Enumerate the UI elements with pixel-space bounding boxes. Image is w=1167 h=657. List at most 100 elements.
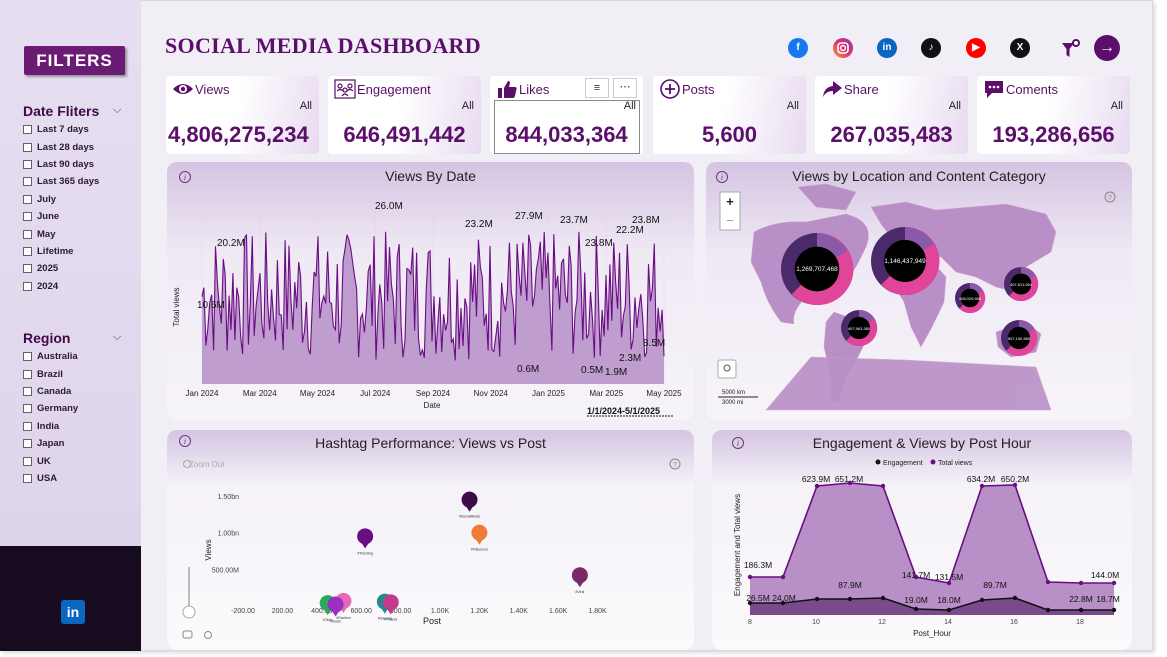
region-filter-option[interactable]: USA bbox=[23, 470, 78, 487]
x-tick-label: 12 bbox=[878, 619, 886, 626]
checkbox[interactable] bbox=[23, 456, 32, 466]
x-tick-label: Jul 2024 bbox=[360, 389, 391, 398]
y-tick-label: 1.50bn bbox=[218, 494, 240, 501]
camera-icon[interactable] bbox=[182, 630, 193, 639]
date-filter-option-label: Last 90 days bbox=[37, 158, 95, 170]
views-point bbox=[1078, 580, 1084, 586]
engagement-data-label: 89.7M bbox=[983, 580, 1007, 590]
checkbox[interactable] bbox=[23, 473, 32, 483]
zoom-out-icon: − bbox=[726, 213, 734, 228]
date-filter-option[interactable]: Last 365 days bbox=[23, 173, 99, 190]
hashtag-point-label: #Trending bbox=[357, 551, 373, 555]
data-label: 10.6M bbox=[197, 300, 225, 311]
kpi-filter: All bbox=[948, 100, 961, 112]
kpi-likes[interactable]: Likes ≡ ⋯ All 844,033,364 bbox=[490, 76, 643, 154]
x-tick-label: 10 bbox=[812, 619, 820, 626]
date-filter-option[interactable]: June bbox=[23, 208, 99, 225]
data-label: 20.2M bbox=[217, 238, 245, 249]
location-pin-icon[interactable] bbox=[717, 359, 737, 379]
checkbox[interactable] bbox=[23, 177, 32, 187]
hashtag-point bbox=[461, 491, 478, 508]
checkbox[interactable] bbox=[23, 125, 32, 135]
x-icon[interactable]: X bbox=[1010, 38, 1030, 58]
date-filter-option[interactable]: 2025 bbox=[23, 260, 99, 277]
more-options-icon[interactable]: ⋯ bbox=[613, 78, 637, 98]
date-filter-option-label: 2025 bbox=[37, 263, 59, 275]
engagement-data-label: 22.8M bbox=[1069, 594, 1093, 604]
date-filter-option[interactable]: Lifetime bbox=[23, 243, 99, 260]
tiktok-icon[interactable]: ♪ bbox=[921, 38, 941, 58]
comment-icon[interactable] bbox=[204, 631, 212, 639]
kpi-label: Share bbox=[844, 82, 879, 97]
kpi-share[interactable]: Share All 267,035,483 bbox=[815, 76, 968, 154]
checkbox[interactable] bbox=[23, 212, 32, 222]
date-filter-option[interactable]: 2024 bbox=[23, 278, 99, 295]
x-axis-label: Date bbox=[424, 401, 441, 410]
filters-button[interactable]: FILTERS bbox=[24, 46, 125, 75]
kpi-views[interactable]: Views All 4,806,275,234 bbox=[166, 76, 319, 154]
legend-total-views: Total views bbox=[938, 460, 973, 467]
date-filter-option[interactable]: Last 28 days bbox=[23, 138, 99, 155]
region-filter-option[interactable]: UK bbox=[23, 452, 78, 469]
chevron-down-icon[interactable]: ⌵ bbox=[113, 331, 121, 344]
chevron-down-icon[interactable]: ⌵ bbox=[113, 104, 121, 117]
checkbox[interactable] bbox=[23, 194, 32, 204]
filter-icon[interactable] bbox=[1060, 37, 1084, 61]
engagement-data-label: 87.9M bbox=[838, 580, 862, 590]
checkbox[interactable] bbox=[23, 439, 32, 449]
views-data-label: 651.2M bbox=[835, 474, 863, 484]
checkbox[interactable] bbox=[23, 421, 32, 431]
kpi-label: Engagement bbox=[357, 82, 431, 97]
region-filter-option[interactable]: India bbox=[23, 418, 78, 435]
hashtag-point-label: #SocialMedia bbox=[459, 515, 480, 519]
next-page-button[interactable]: → bbox=[1094, 35, 1120, 61]
instagram-icon[interactable] bbox=[833, 38, 853, 58]
kpi-value: 5,600 bbox=[701, 122, 758, 147]
date-filter-option[interactable]: May bbox=[23, 225, 99, 242]
checkbox[interactable] bbox=[23, 404, 32, 414]
region-filter-option-label: Australia bbox=[37, 351, 78, 363]
date-filter-option[interactable]: Last 90 days bbox=[23, 156, 99, 173]
checkbox[interactable] bbox=[23, 352, 32, 362]
date-filter-option[interactable]: July bbox=[23, 191, 99, 208]
region-filter-option-label: USA bbox=[37, 472, 58, 484]
kpi-engagement[interactable]: Engagement All 646,491,442 bbox=[328, 76, 481, 154]
region-filter-option[interactable]: Germany bbox=[23, 400, 78, 417]
linkedin-icon[interactable]: in bbox=[61, 600, 85, 624]
x-tick-label: 18 bbox=[1076, 619, 1084, 626]
region-filter-option[interactable]: Australia bbox=[23, 348, 78, 365]
x-tick-label: Mar 2024 bbox=[243, 389, 277, 398]
views-data-label: 141.7M bbox=[902, 570, 930, 580]
date-filter-list: Last 7 days Last 28 days Last 90 days Last … bbox=[23, 121, 99, 295]
kpi-posts[interactable]: Posts All 5,600 bbox=[653, 76, 806, 154]
play-axis-handle[interactable] bbox=[182, 605, 196, 619]
region-filter-option[interactable]: Japan bbox=[23, 435, 78, 452]
bubble-label: 407,963,380 bbox=[848, 326, 871, 331]
youtube-icon[interactable]: ▶ bbox=[966, 38, 986, 58]
region-filter-option[interactable]: Brazil bbox=[23, 365, 78, 382]
date-filter-option[interactable]: Last 7 days bbox=[23, 121, 99, 138]
checkbox[interactable] bbox=[23, 369, 32, 379]
kpi-comments[interactable]: Coments All 193,286,656 bbox=[977, 76, 1130, 154]
region-filter-option-label: UK bbox=[37, 455, 51, 467]
filter-lines-icon[interactable]: ≡ bbox=[585, 78, 609, 98]
bubble-label: 1,146,437,949 bbox=[884, 258, 926, 265]
checkbox[interactable] bbox=[23, 142, 32, 152]
checkbox[interactable] bbox=[23, 229, 32, 239]
legend-engagement: Engagement bbox=[883, 460, 923, 467]
region-filter-option-label: Japan bbox=[37, 438, 65, 450]
region-filter-option[interactable]: Canada bbox=[23, 383, 78, 400]
location-map: + − 5000 km 3000 mi ? 1,269,707,468 1,146… bbox=[717, 183, 1116, 411]
checkbox[interactable] bbox=[23, 281, 32, 291]
engagement-point bbox=[1045, 607, 1051, 613]
linkedin-icon[interactable]: in bbox=[877, 38, 897, 58]
y-tick-label: 1.00bn bbox=[218, 531, 240, 538]
checkbox[interactable] bbox=[23, 386, 32, 396]
date-filter-option-label: Last 365 days bbox=[37, 176, 100, 188]
engagement-point bbox=[1111, 607, 1117, 613]
checkbox[interactable] bbox=[23, 246, 32, 256]
checkbox[interactable] bbox=[23, 159, 32, 169]
checkbox[interactable] bbox=[23, 264, 32, 274]
facebook-icon[interactable]: f bbox=[788, 38, 808, 58]
kpi-filter: All bbox=[299, 100, 312, 112]
